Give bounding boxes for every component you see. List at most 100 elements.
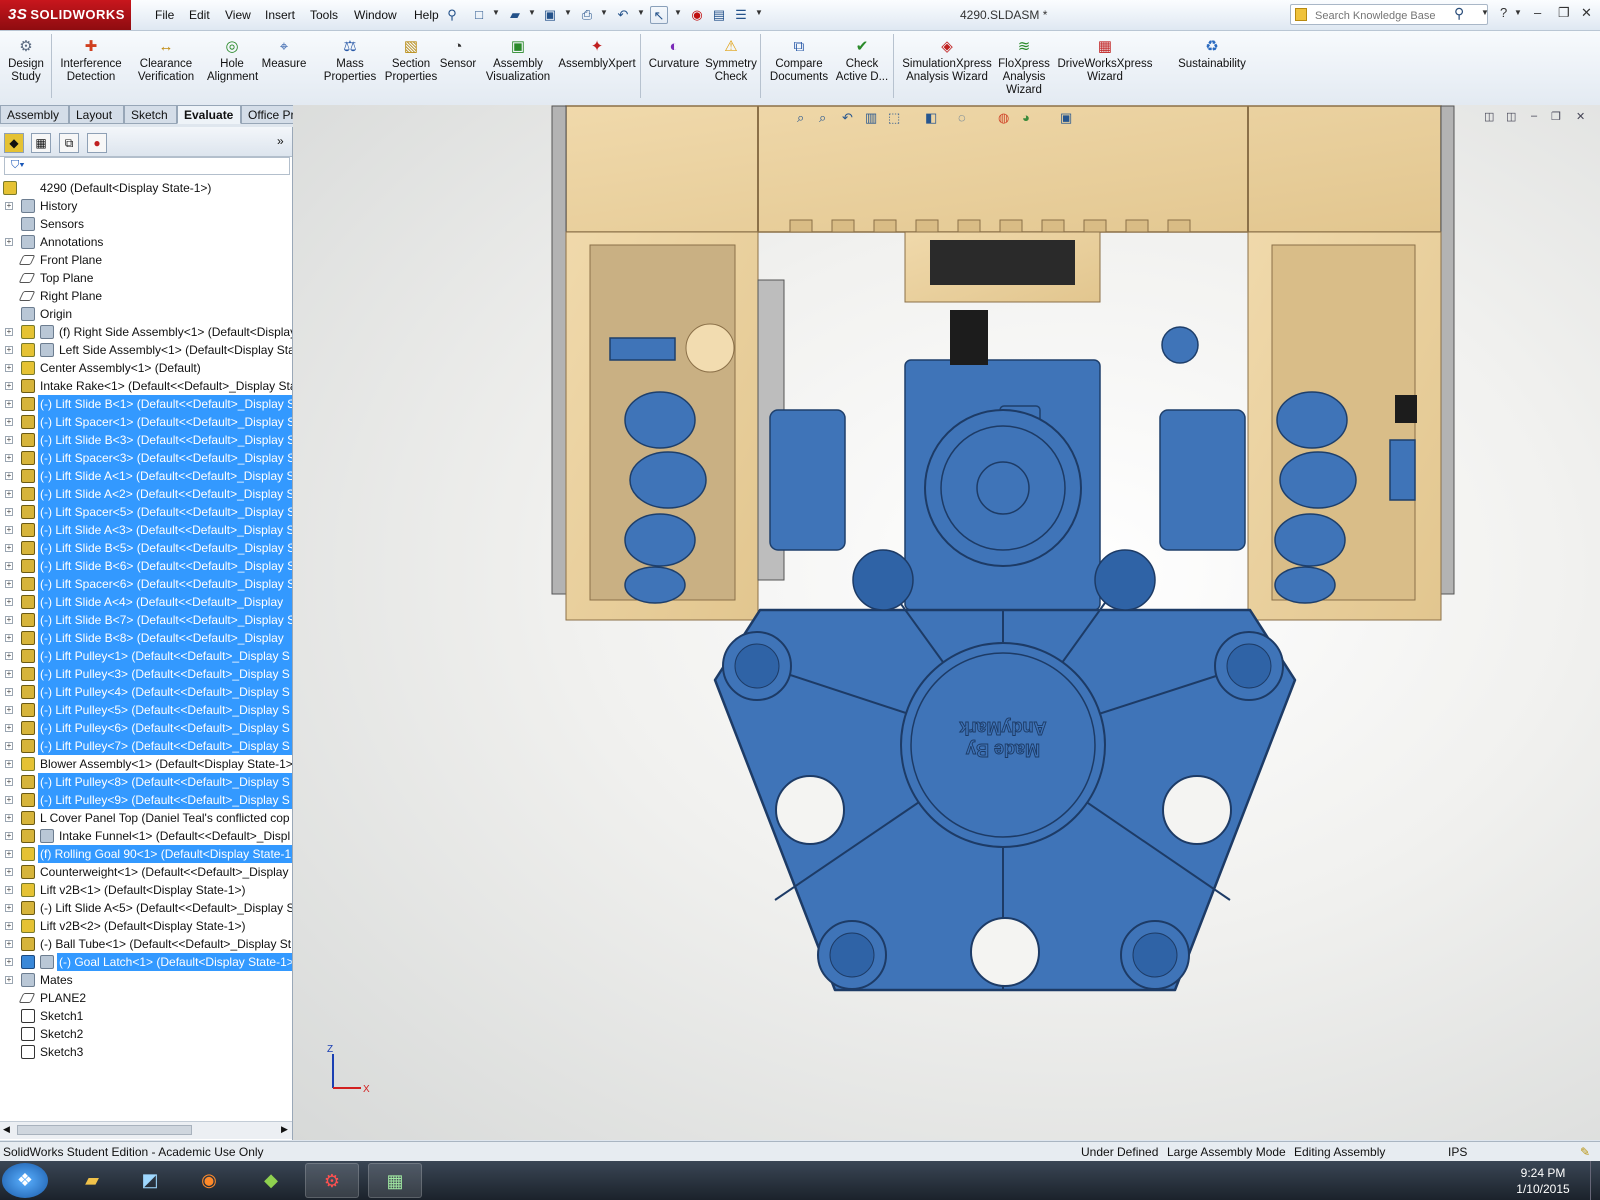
- file-properties-icon[interactable]: ▤: [710, 6, 728, 24]
- cmd-sustainability-button[interactable]: ♻ Sustainability: [1173, 34, 1251, 102]
- tree-item[interactable]: Sketch3: [0, 1043, 292, 1061]
- notes-icon[interactable]: ◩: [123, 1163, 177, 1198]
- tree-item[interactable]: Sensors: [0, 215, 292, 233]
- start-orb-icon[interactable]: ❖: [2, 1163, 48, 1198]
- menu-help[interactable]: Help: [407, 0, 446, 30]
- tree-item[interactable]: + (-) Lift Pulley<8> (Default<<Default>_D…: [0, 773, 292, 791]
- expand-plus-icon[interactable]: +: [5, 652, 13, 660]
- view-settings-icon[interactable]: ▣: [1060, 110, 1072, 126]
- cmd-floxpress-button[interactable]: ≋ FloXpress Analysis Wizard: [995, 34, 1053, 102]
- view-orientation-icon[interactable]: ⬚: [888, 110, 900, 126]
- solidworks-logo[interactable]: 3S SOLIDWORKS: [0, 0, 131, 30]
- expand-plus-icon[interactable]: +: [5, 850, 13, 858]
- tree-item[interactable]: + Annotations: [0, 233, 292, 251]
- cmd-check-active-button[interactable]: ✔ Check Active D...: [832, 34, 892, 102]
- viewport-maximize-icon[interactable]: ❐: [1551, 110, 1561, 123]
- expand-plus-icon[interactable]: +: [5, 688, 13, 696]
- tree-horizontal-scrollbar[interactable]: ◀ ▶: [0, 1121, 292, 1139]
- expand-plus-icon[interactable]: +: [5, 544, 13, 552]
- expand-plus-icon[interactable]: +: [5, 760, 13, 768]
- menu-window[interactable]: Window: [347, 0, 404, 30]
- expand-plus-icon[interactable]: +: [5, 364, 13, 372]
- previous-view-icon[interactable]: ↶: [842, 110, 853, 126]
- tree-item[interactable]: + (-) Lift Spacer<5> (Default<<Default>_D…: [0, 503, 292, 521]
- display-manager-tab-icon[interactable]: ●: [87, 133, 107, 153]
- cmd-driveworks-button[interactable]: ▦ DriveWorksXpress Wizard: [1057, 34, 1153, 102]
- chevron-down-icon[interactable]: ▼: [1514, 8, 1522, 17]
- tree-item[interactable]: + (-) Lift Pulley<3> (Default<<Default>_D…: [0, 665, 292, 683]
- expand-plus-icon[interactable]: +: [5, 526, 13, 534]
- task-manager-icon[interactable]: ▦: [368, 1163, 422, 1198]
- expand-plus-icon[interactable]: +: [5, 796, 13, 804]
- chevron-down-icon[interactable]: ▼: [637, 8, 645, 17]
- save-icon[interactable]: ▣: [541, 6, 559, 24]
- search-options-chevron-icon[interactable]: ▼: [1481, 8, 1489, 17]
- tree-item[interactable]: Sketch2: [0, 1025, 292, 1043]
- chevron-down-icon[interactable]: ▼: [755, 8, 763, 17]
- appearance-icon[interactable]: ◍: [998, 110, 1009, 126]
- tree-item[interactable]: + (-) Lift Slide B<1> (Default<<Default>_…: [0, 395, 292, 413]
- menu-edit[interactable]: Edit: [182, 0, 217, 30]
- tab-assembly[interactable]: Assembly: [0, 105, 69, 124]
- tree-item[interactable]: + Center Assembly<1> (Default): [0, 359, 292, 377]
- chevron-down-icon[interactable]: ▼: [564, 8, 572, 17]
- tree-item[interactable]: + (-) Lift Slide A<2> (Default<<Default>_…: [0, 485, 292, 503]
- search-icon[interactable]: ⚲: [1454, 5, 1464, 22]
- tree-item[interactable]: + (-) Lift Slide A<1> (Default<<Default>_…: [0, 467, 292, 485]
- cmd-compare-button[interactable]: ⧉ Compare Documents: [768, 34, 830, 102]
- units-selector[interactable]: IPS: [1448, 1142, 1467, 1162]
- tree-filter-field[interactable]: ⛉▾: [4, 157, 290, 175]
- tree-item[interactable]: + (-) Lift Pulley<6> (Default<<Default>_D…: [0, 719, 292, 737]
- cmd-sensor-button[interactable]: ◔ Sensor: [437, 34, 479, 102]
- help-icon[interactable]: ?: [1500, 5, 1507, 20]
- minimize-icon[interactable]: –: [1534, 5, 1541, 20]
- tree-item[interactable]: + (-) Lift Slide A<3> (Default<<Default>_…: [0, 521, 292, 539]
- expand-plus-icon[interactable]: +: [5, 634, 13, 642]
- tree-item[interactable]: + (-) Ball Tube<1> (Default<<Default>_Dis…: [0, 935, 292, 953]
- tab-layout[interactable]: Layout: [69, 105, 124, 124]
- tree-item[interactable]: + (-) Lift Slide A<4> (Default<<Default>_…: [0, 593, 292, 611]
- expand-plus-icon[interactable]: +: [5, 508, 13, 516]
- rebuild-notification-icon[interactable]: ✎: [1580, 1142, 1590, 1162]
- tree-item[interactable]: + Left Side Assembly<1> (Default<Display …: [0, 341, 292, 359]
- firefox-icon[interactable]: ◉: [182, 1163, 236, 1198]
- tree-item[interactable]: + (-) Goal Latch<1> (Default<Display Stat…: [0, 953, 292, 971]
- filter-icon[interactable]: ⛉▾: [11, 159, 25, 172]
- expand-plus-icon[interactable]: +: [5, 490, 13, 498]
- qt-icon[interactable]: ◆: [244, 1163, 298, 1198]
- tree-item[interactable]: + (-) Lift Pulley<1> (Default<<Default>_D…: [0, 647, 292, 665]
- system-clock[interactable]: 9:24 PM 1/10/2015: [1503, 1165, 1583, 1197]
- restore-icon[interactable]: ❐: [1558, 5, 1570, 21]
- file-explorer-icon[interactable]: ▰: [65, 1163, 119, 1198]
- rebuild-traffic-light-icon[interactable]: ◉: [688, 6, 706, 24]
- tree-item[interactable]: + (-) Lift Slide B<6> (Default<<Default>_…: [0, 557, 292, 575]
- expand-plus-icon[interactable]: +: [5, 238, 13, 246]
- expand-plus-icon[interactable]: +: [5, 778, 13, 786]
- expand-plus-icon[interactable]: +: [5, 454, 13, 462]
- tree-item[interactable]: PLANE2: [0, 989, 292, 1007]
- tab-evaluate[interactable]: Evaluate: [177, 105, 241, 124]
- cmd-symmetry-button[interactable]: ⚠ Symmetry Check: [704, 34, 758, 102]
- menu-insert[interactable]: Insert: [258, 0, 302, 30]
- expand-plus-icon[interactable]: +: [5, 886, 13, 894]
- cmd-curvature-button[interactable]: ◐ Curvature: [646, 34, 702, 102]
- expand-plus-icon[interactable]: +: [5, 706, 13, 714]
- expand-plus-icon[interactable]: +: [5, 598, 13, 606]
- zoom-to-area-icon[interactable]: ⌕: [819, 110, 826, 126]
- select-pointer-icon[interactable]: ↖: [650, 6, 668, 24]
- chevron-down-icon[interactable]: ▼: [600, 8, 608, 17]
- cmd-section-properties-button[interactable]: ▧ Section Properties: [380, 34, 442, 102]
- expand-plus-icon[interactable]: +: [5, 742, 13, 750]
- scroll-left-icon[interactable]: ◀: [3, 1124, 10, 1135]
- tree-item[interactable]: + Intake Funnel<1> (Default<<Default>_Dis…: [0, 827, 292, 845]
- show-desktop-button[interactable]: [1590, 1161, 1600, 1200]
- expand-plus-icon[interactable]: +: [5, 616, 13, 624]
- tree-item[interactable]: + (-) Lift Slide B<5> (Default<<Default>_…: [0, 539, 292, 557]
- chevron-down-icon[interactable]: ▼: [528, 8, 536, 17]
- tree-item[interactable]: + (-) Lift Slide B<8> (Default<<Default>_…: [0, 629, 292, 647]
- tree-item[interactable]: + (-) Lift Pulley<5> (Default<<Default>_D…: [0, 701, 292, 719]
- configuration-manager-tab-icon[interactable]: ⧉: [59, 133, 79, 153]
- tree-item[interactable]: + (-) Lift Pulley<9> (Default<<Default>_D…: [0, 791, 292, 809]
- tree-item[interactable]: Origin: [0, 305, 292, 323]
- assembly-model-view[interactable]: Made By AndyMark: [293, 105, 1600, 1140]
